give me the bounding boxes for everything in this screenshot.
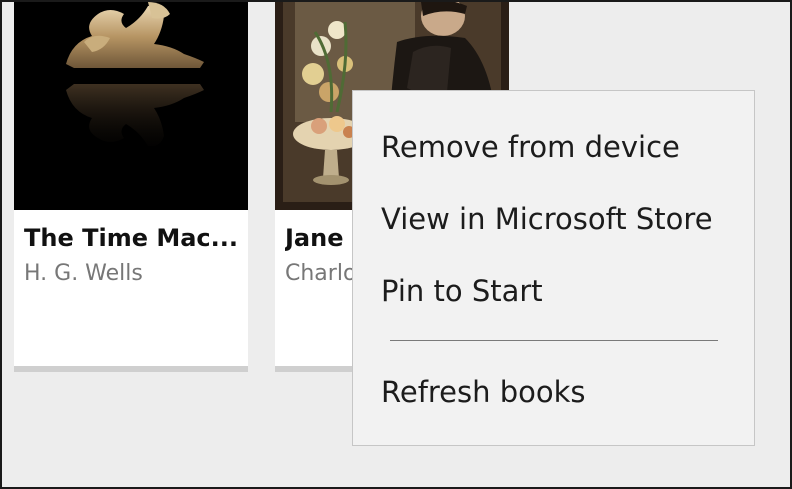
menu-item-pin-to-start[interactable]: Pin to Start xyxy=(353,259,754,323)
menu-divider xyxy=(390,340,718,341)
book-author: H. G. Wells xyxy=(24,261,143,286)
book-card-time-machine[interactable]: The Time Mac... H. G. Wells xyxy=(14,2,248,366)
book-title: The Time Mac... xyxy=(24,224,238,252)
book-cover-image xyxy=(14,2,248,210)
menu-item-remove-from-device[interactable]: Remove from device xyxy=(353,115,754,179)
menu-item-refresh-books[interactable]: Refresh books xyxy=(353,360,754,424)
sphinx-cover-icon xyxy=(14,2,248,210)
menu-item-view-in-store[interactable]: View in Microsoft Store xyxy=(353,187,754,251)
library-view: The Time Mac... H. G. Wells Jane Charlo … xyxy=(0,0,792,489)
context-menu: Remove from device View in Microsoft Sto… xyxy=(352,90,755,446)
